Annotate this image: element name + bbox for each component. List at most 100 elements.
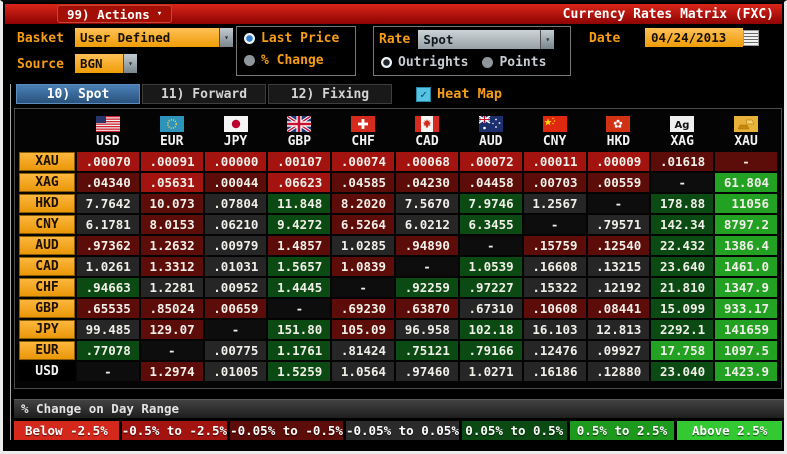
- cell-usd-cny[interactable]: .16186: [523, 362, 586, 381]
- cell-cad-usd[interactable]: 1.0261: [77, 257, 139, 276]
- cell-chf-usd[interactable]: .94663: [77, 278, 139, 297]
- cell-xag-usd[interactable]: .04340: [77, 173, 139, 192]
- cell-chf-gbp[interactable]: 1.4445: [268, 278, 331, 297]
- cell-xau-eur[interactable]: .00091: [140, 152, 203, 171]
- cell-cad-eur[interactable]: 1.3312: [140, 257, 203, 276]
- cell-usd-gbp[interactable]: 1.5259: [268, 362, 331, 381]
- cell-eur-usd[interactable]: .77078: [77, 341, 139, 360]
- radio-option-outrights[interactable]: Outrights: [374, 51, 475, 73]
- radio-selected-icon[interactable]: [381, 56, 392, 68]
- cell-usd-aud[interactable]: 1.0271: [459, 362, 522, 381]
- cell-hkd-cny[interactable]: 1.2567: [523, 194, 586, 213]
- radio-option-last-price[interactable]: Last Price: [237, 27, 355, 49]
- cell-eur-gbp[interactable]: 1.1761: [268, 341, 331, 360]
- cell-xag-aud[interactable]: .04458: [459, 173, 522, 192]
- cell-chf-cad[interactable]: .92259: [396, 278, 458, 297]
- cell-eur-chf[interactable]: .81424: [332, 341, 395, 360]
- column-header-usd[interactable]: USD: [77, 113, 139, 150]
- actions-menu-button[interactable]: 99) Actions ▾: [57, 5, 173, 23]
- cell-eur-xag[interactable]: 17.758: [651, 341, 714, 360]
- cell-xag-jpy[interactable]: .00044: [204, 173, 267, 192]
- cell-cny-jpy[interactable]: .06210: [204, 215, 267, 234]
- cell-chf-eur[interactable]: 1.2281: [140, 278, 203, 297]
- cell-eur-hkd[interactable]: .09927: [587, 341, 650, 360]
- cell-eur-cny[interactable]: .12476: [523, 341, 586, 360]
- column-header-hkd[interactable]: HKD: [588, 113, 650, 150]
- tab-spot[interactable]: 10) Spot: [16, 84, 140, 104]
- cell-xau-gbp[interactable]: .00107: [268, 152, 331, 171]
- cell-xau-jpy[interactable]: .00000: [204, 152, 267, 171]
- cell-hkd-gbp[interactable]: 11.848: [268, 194, 331, 213]
- cell-cny-xag[interactable]: 142.34: [651, 215, 714, 234]
- cell-chf-hkd[interactable]: .12192: [587, 278, 650, 297]
- cell-gbp-aud[interactable]: .67310: [459, 299, 522, 318]
- cell-chf-cny[interactable]: .15322: [523, 278, 586, 297]
- cell-chf-xag[interactable]: 21.810: [651, 278, 714, 297]
- cell-xag-gbp[interactable]: .06623: [268, 173, 331, 192]
- cell-chf-xau[interactable]: 1347.9: [715, 278, 777, 297]
- cell-jpy-eur[interactable]: 129.07: [140, 320, 203, 339]
- cell-aud-eur[interactable]: 1.2632: [140, 236, 203, 255]
- cell-cny-eur[interactable]: 8.0153: [140, 215, 203, 234]
- row-header-cny[interactable]: CNY: [19, 215, 75, 234]
- cell-usd-xag[interactable]: 23.040: [651, 362, 714, 381]
- chevron-down-icon[interactable]: ▾: [219, 28, 233, 47]
- cell-chf-aud[interactable]: .97227: [459, 278, 522, 297]
- date-input[interactable]: 04/24/2013: [645, 28, 743, 47]
- cell-gbp-eur[interactable]: .85024: [140, 299, 203, 318]
- cell-aud-aud[interactable]: -: [459, 236, 522, 255]
- cell-cad-chf[interactable]: 1.0839: [332, 257, 395, 276]
- row-header-gbp[interactable]: GBP: [19, 299, 75, 318]
- rate-dropdown[interactable]: Spot ▾: [418, 29, 555, 49]
- cell-jpy-chf[interactable]: 105.09: [332, 320, 395, 339]
- column-header-xag[interactable]: Ag XAG: [651, 113, 713, 150]
- cell-gbp-hkd[interactable]: .08441: [587, 299, 650, 318]
- row-header-aud[interactable]: AUD: [19, 236, 75, 255]
- cell-jpy-hkd[interactable]: 12.813: [587, 320, 650, 339]
- row-header-jpy[interactable]: JPY: [19, 320, 75, 339]
- cell-cny-cad[interactable]: 6.0212: [396, 215, 458, 234]
- cell-xau-xag[interactable]: .01618: [651, 152, 714, 171]
- cell-gbp-xau[interactable]: 933.17: [715, 299, 777, 318]
- row-header-xag[interactable]: XAG: [19, 173, 75, 192]
- cell-jpy-xau[interactable]: 141659: [715, 320, 777, 339]
- cell-usd-chf[interactable]: 1.0564: [332, 362, 395, 381]
- cell-hkd-usd[interactable]: 7.7642: [77, 194, 139, 213]
- cell-eur-jpy[interactable]: .00775: [204, 341, 267, 360]
- row-header-cad[interactable]: CAD: [19, 257, 75, 276]
- cell-xau-hkd[interactable]: .00009: [587, 152, 650, 171]
- tab-fixing[interactable]: 12) Fixing: [268, 84, 392, 104]
- cell-aud-cny[interactable]: .15759: [523, 236, 586, 255]
- column-header-cny[interactable]: CNY: [524, 113, 586, 150]
- cell-hkd-xag[interactable]: 178.88: [651, 194, 714, 213]
- heat-map-toggle[interactable]: ✓ Heat Map: [416, 86, 502, 102]
- column-header-cad[interactable]: CAD: [396, 113, 458, 150]
- cell-eur-aud[interactable]: .79166: [459, 341, 522, 360]
- source-dropdown[interactable]: BGN ▾: [75, 54, 137, 73]
- cell-jpy-gbp[interactable]: 151.80: [268, 320, 331, 339]
- cell-xag-xau[interactable]: 61.804: [715, 173, 777, 192]
- cell-cad-xag[interactable]: 23.640: [651, 257, 714, 276]
- cell-gbp-xag[interactable]: 15.099: [651, 299, 714, 318]
- cell-xau-aud[interactable]: .00072: [459, 152, 522, 171]
- tab-forward[interactable]: 11) Forward: [142, 84, 266, 104]
- cell-cny-cny[interactable]: -: [523, 215, 586, 234]
- row-header-eur[interactable]: EUR: [19, 341, 75, 360]
- cell-cny-chf[interactable]: 6.5264: [332, 215, 395, 234]
- cell-aud-gbp[interactable]: 1.4857: [268, 236, 331, 255]
- cell-cad-xau[interactable]: 1461.0: [715, 257, 777, 276]
- chevron-down-icon[interactable]: ▾: [540, 29, 555, 49]
- cell-cny-hkd[interactable]: .79571: [587, 215, 650, 234]
- cell-aud-usd[interactable]: .97362: [77, 236, 139, 255]
- cell-jpy-xag[interactable]: 2292.1: [651, 320, 714, 339]
- cell-aud-jpy[interactable]: .00979: [204, 236, 267, 255]
- radio-unselected-icon[interactable]: [482, 56, 494, 68]
- cell-cad-cad[interactable]: -: [396, 257, 458, 276]
- cell-chf-jpy[interactable]: .00952: [204, 278, 267, 297]
- cell-chf-chf[interactable]: -: [332, 278, 395, 297]
- cell-usd-jpy[interactable]: .01005: [204, 362, 267, 381]
- cell-jpy-cad[interactable]: 96.958: [396, 320, 458, 339]
- cell-aud-xau[interactable]: 1386.4: [715, 236, 777, 255]
- basket-dropdown[interactable]: User Defined ▾: [75, 28, 233, 47]
- cell-gbp-usd[interactable]: .65535: [77, 299, 139, 318]
